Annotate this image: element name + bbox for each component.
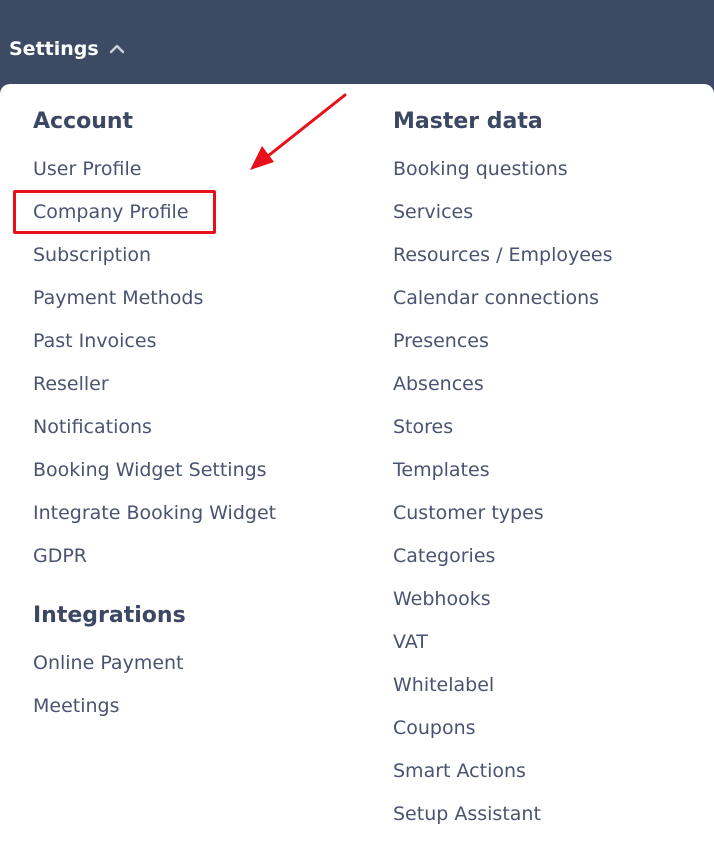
annotation-arrow-icon bbox=[250, 93, 347, 170]
